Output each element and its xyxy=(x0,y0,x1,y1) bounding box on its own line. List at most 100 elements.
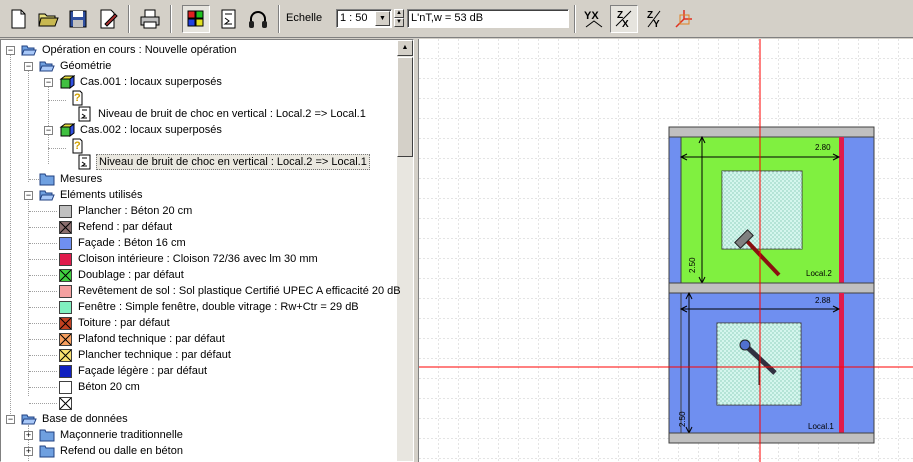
material-swatch-icon xyxy=(59,300,72,314)
new-document-icon[interactable] xyxy=(4,5,32,33)
scroll-thumb[interactable] xyxy=(397,57,413,157)
tree-base-item[interactable]: Maçonnerie traditionnelle xyxy=(39,427,185,443)
scale-select[interactable]: 1 : 50 ▼ xyxy=(336,9,392,28)
tree-mesures-label: Mesures xyxy=(60,173,103,185)
room-upper: 2.50 2.80 Local.2 xyxy=(668,126,875,285)
element-item[interactable]: Doublage : par défaut xyxy=(59,267,186,283)
view-yx-icon[interactable]: YX xyxy=(580,5,608,33)
scale-label: Echelle xyxy=(286,12,323,24)
tree-scrollbar[interactable]: ▲ xyxy=(397,40,413,461)
material-swatch-icon xyxy=(59,396,72,410)
tree-cas-002[interactable]: Cas.002 : locaux superposés xyxy=(59,122,224,138)
tree-base-item-label: Maçonnerie traditionnelle xyxy=(60,429,183,441)
tree-cas-001-child-label: Niveau de bruit de choc en vertical : Lo… xyxy=(98,108,366,120)
tree-mesures[interactable]: Mesures xyxy=(39,171,104,187)
element-item-label: Toiture : par défaut xyxy=(78,317,170,329)
element-item[interactable]: Toiture : par défaut xyxy=(59,315,172,331)
folder-open-icon xyxy=(39,190,55,201)
view-zy-icon[interactable]: ZY xyxy=(640,5,668,33)
question-icon: ? xyxy=(72,90,83,106)
svg-text:X: X xyxy=(622,19,629,30)
element-item[interactable]: Fenêtre : Simple fenêtre, double vitrage… xyxy=(59,299,361,315)
folder-icon xyxy=(39,429,55,442)
tree-root[interactable]: Opération en cours : Nouvelle opération xyxy=(21,42,238,58)
material-swatch-icon xyxy=(59,364,72,378)
tree-cas-002-question[interactable]: ? xyxy=(67,138,85,154)
project-tree[interactable]: − Opération en cours : Nouvelle opératio… xyxy=(0,39,414,462)
scroll-up-icon[interactable]: ▲ xyxy=(397,40,413,56)
question-icon: ? xyxy=(72,138,83,154)
element-item[interactable]: Cloison intérieure : Cloison 72/36 avec … xyxy=(59,251,320,267)
svg-text:Y: Y xyxy=(653,19,660,30)
element-item[interactable]: Plafond technique : par défaut xyxy=(59,331,227,347)
ceiling-slab xyxy=(668,126,875,138)
expand-toggle[interactable]: + xyxy=(24,447,33,456)
calculation-icon xyxy=(78,106,91,122)
edit-document-icon[interactable] xyxy=(94,5,122,33)
calculation-icon xyxy=(78,154,91,170)
material-swatch-icon xyxy=(59,204,72,218)
bottom-slab xyxy=(668,432,875,444)
collapse-toggle[interactable]: − xyxy=(44,126,53,135)
folder-open-icon xyxy=(21,45,37,56)
view-zx-icon[interactable]: ZX xyxy=(610,5,638,33)
material-swatch-icon xyxy=(59,380,72,394)
folder-open-icon xyxy=(39,61,55,72)
material-swatch-icon xyxy=(59,316,72,330)
room-lower: 2.88 2.50 Local.1 xyxy=(668,291,875,435)
collapse-toggle[interactable]: − xyxy=(24,191,33,200)
toolbar: Echelle 1 : 50 ▼ ▲ ▼ L'nT,w = 53 dB YX Z… xyxy=(0,0,913,38)
element-item[interactable]: Refend : par défaut xyxy=(59,219,174,235)
view-3d-icon[interactable] xyxy=(670,5,698,33)
tree-base-item[interactable]: Refend ou dalle en béton xyxy=(39,443,185,459)
upper-width-label: 2.80 xyxy=(815,143,831,152)
tree-cas-001[interactable]: Cas.001 : locaux superposés xyxy=(59,74,224,90)
tree-cas-001-label: Cas.001 : locaux superposés xyxy=(80,76,222,88)
element-item-label: Plancher technique : par défaut xyxy=(78,349,231,361)
element-item-label: Cloison intérieure : Cloison 72/36 avec … xyxy=(78,253,318,265)
material-swatch-icon xyxy=(59,220,72,234)
element-item[interactable] xyxy=(59,395,80,411)
tree-cas-002-label: Cas.002 : locaux superposés xyxy=(80,124,222,136)
element-item[interactable]: Façade : Béton 16 cm xyxy=(59,235,188,251)
collapse-toggle[interactable]: − xyxy=(24,62,33,71)
element-item[interactable]: Revêtement de sol : Sol plastique Certif… xyxy=(59,283,403,299)
material-swatch-icon xyxy=(59,332,72,346)
chevron-down-icon[interactable]: ▼ xyxy=(375,11,390,26)
tree-base[interactable]: Base de données xyxy=(21,411,130,427)
material-swatch-icon xyxy=(59,284,72,298)
calculator-icon[interactable] xyxy=(214,5,242,33)
spin-down-icon[interactable]: ▼ xyxy=(394,18,404,27)
collapse-toggle[interactable]: − xyxy=(6,46,15,55)
upper-height-label: 2.50 xyxy=(688,257,697,273)
scale-value: 1 : 50 xyxy=(340,12,368,24)
tree-cas-002-child[interactable]: Niveau de bruit de choc en vertical : Lo… xyxy=(77,154,370,170)
element-item[interactable]: Béton 20 cm xyxy=(59,379,142,395)
save-icon[interactable] xyxy=(64,5,92,33)
scale-spinner[interactable]: ▲ ▼ xyxy=(394,9,404,28)
collapse-toggle[interactable]: − xyxy=(44,78,53,87)
collapse-toggle[interactable]: − xyxy=(6,415,15,424)
tree-cas-001-question[interactable]: ? xyxy=(67,90,85,106)
drawing-canvas[interactable]: 2.50 2.80 Local.2 2.88 2.50 Local.1 xyxy=(419,39,913,462)
tree-cas-001-child[interactable]: Niveau de bruit de choc en vertical : Lo… xyxy=(77,106,368,122)
open-folder-icon[interactable] xyxy=(34,5,62,33)
element-item[interactable]: Façade légère : par défaut xyxy=(59,363,209,379)
tree-elements[interactable]: Eléments utilisés xyxy=(39,187,145,203)
element-item[interactable]: Plancher : Béton 20 cm xyxy=(59,203,194,219)
tree-cas-002-child-label: Niveau de bruit de choc en vertical : Lo… xyxy=(96,154,370,170)
folder-icon xyxy=(39,445,55,458)
element-item-label: Béton 20 cm xyxy=(78,381,140,393)
lower-room-label: Local.1 xyxy=(808,422,834,431)
materials-icon[interactable] xyxy=(182,5,210,33)
headphones-icon[interactable] xyxy=(244,5,272,33)
material-swatch-icon xyxy=(59,268,72,282)
element-item[interactable]: Plancher technique : par défaut xyxy=(59,347,233,363)
folder-open-icon xyxy=(21,414,37,425)
expand-toggle[interactable]: + xyxy=(24,431,33,440)
tree-geometrie[interactable]: Géométrie xyxy=(39,58,113,74)
folder-icon xyxy=(39,173,55,186)
spin-up-icon[interactable]: ▲ xyxy=(394,9,404,18)
print-icon[interactable] xyxy=(136,5,164,33)
material-swatch-icon xyxy=(59,236,72,250)
